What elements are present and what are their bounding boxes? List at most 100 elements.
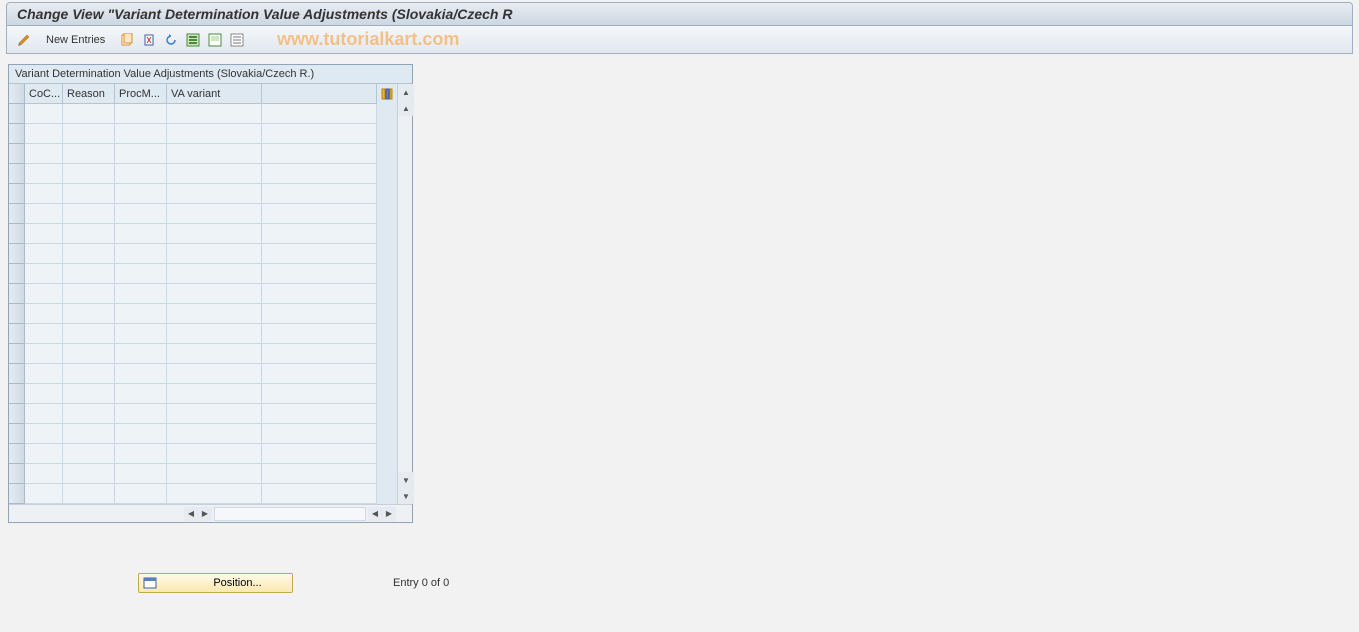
cell-va[interactable] bbox=[167, 424, 262, 444]
data-grid[interactable]: CoC...ReasonProcM...VA variant bbox=[9, 84, 397, 504]
cell-coc[interactable] bbox=[25, 384, 63, 404]
table-row[interactable] bbox=[9, 424, 397, 444]
cell-reason[interactable] bbox=[63, 284, 115, 304]
select-block-icon[interactable] bbox=[206, 31, 224, 49]
cell-reason[interactable] bbox=[63, 324, 115, 344]
cell-va[interactable] bbox=[167, 284, 262, 304]
cell-coc[interactable] bbox=[25, 144, 63, 164]
cell-va[interactable] bbox=[167, 444, 262, 464]
table-row[interactable] bbox=[9, 344, 397, 364]
cell-va[interactable] bbox=[167, 404, 262, 424]
table-row[interactable] bbox=[9, 464, 397, 484]
cell-reason[interactable] bbox=[63, 124, 115, 144]
cell-va[interactable] bbox=[167, 224, 262, 244]
cell-va[interactable] bbox=[167, 304, 262, 324]
cell-coc[interactable] bbox=[25, 204, 63, 224]
cell-reason[interactable] bbox=[63, 304, 115, 324]
cell-coc[interactable] bbox=[25, 244, 63, 264]
cell-reason[interactable] bbox=[63, 424, 115, 444]
cell-va[interactable] bbox=[167, 144, 262, 164]
cell-coc[interactable] bbox=[25, 284, 63, 304]
select-all-icon[interactable] bbox=[184, 31, 202, 49]
row-selector[interactable] bbox=[9, 284, 25, 304]
cell-va[interactable] bbox=[167, 264, 262, 284]
cell-va[interactable] bbox=[167, 164, 262, 184]
row-selector[interactable] bbox=[9, 464, 25, 484]
row-selector[interactable] bbox=[9, 484, 25, 504]
cell-va[interactable] bbox=[167, 124, 262, 144]
cell-reason[interactable] bbox=[63, 244, 115, 264]
cell-reason[interactable] bbox=[63, 264, 115, 284]
cell-coc[interactable] bbox=[25, 484, 63, 504]
cell-procm[interactable] bbox=[115, 124, 167, 144]
cell-procm[interactable] bbox=[115, 244, 167, 264]
cell-coc[interactable] bbox=[25, 224, 63, 244]
cell-procm[interactable] bbox=[115, 424, 167, 444]
row-selector[interactable] bbox=[9, 204, 25, 224]
table-row[interactable] bbox=[9, 444, 397, 464]
cell-va[interactable] bbox=[167, 324, 262, 344]
configure-columns-icon[interactable] bbox=[377, 84, 397, 104]
col-header-va[interactable]: VA variant bbox=[167, 84, 262, 104]
cell-reason[interactable] bbox=[63, 184, 115, 204]
cell-coc[interactable] bbox=[25, 184, 63, 204]
cell-reason[interactable] bbox=[63, 364, 115, 384]
cell-va[interactable] bbox=[167, 104, 262, 124]
cell-va[interactable] bbox=[167, 484, 262, 504]
table-row[interactable] bbox=[9, 484, 397, 504]
cell-va[interactable] bbox=[167, 364, 262, 384]
deselect-all-icon[interactable] bbox=[228, 31, 246, 49]
cell-reason[interactable] bbox=[63, 224, 115, 244]
row-selector[interactable] bbox=[9, 264, 25, 284]
row-selector[interactable] bbox=[9, 444, 25, 464]
cell-procm[interactable] bbox=[115, 464, 167, 484]
cell-procm[interactable] bbox=[115, 164, 167, 184]
cell-procm[interactable] bbox=[115, 324, 167, 344]
cell-procm[interactable] bbox=[115, 184, 167, 204]
cell-coc[interactable] bbox=[25, 424, 63, 444]
cell-procm[interactable] bbox=[115, 144, 167, 164]
row-selector[interactable] bbox=[9, 184, 25, 204]
row-selector[interactable] bbox=[9, 364, 25, 384]
table-row[interactable] bbox=[9, 124, 397, 144]
row-selector[interactable] bbox=[9, 384, 25, 404]
table-row[interactable] bbox=[9, 304, 397, 324]
table-row[interactable] bbox=[9, 144, 397, 164]
cell-coc[interactable] bbox=[25, 124, 63, 144]
cell-procm[interactable] bbox=[115, 364, 167, 384]
row-selector[interactable] bbox=[9, 104, 25, 124]
cell-reason[interactable] bbox=[63, 104, 115, 124]
row-selector[interactable] bbox=[9, 124, 25, 144]
delete-icon[interactable] bbox=[140, 31, 158, 49]
scroll-down-icon[interactable]: ▼ bbox=[398, 488, 414, 504]
cell-reason[interactable] bbox=[63, 444, 115, 464]
cell-coc[interactable] bbox=[25, 464, 63, 484]
cell-va[interactable] bbox=[167, 464, 262, 484]
cell-procm[interactable] bbox=[115, 104, 167, 124]
cell-coc[interactable] bbox=[25, 364, 63, 384]
horizontal-scrollbar[interactable]: ◀ ▶ ◀ ▶ bbox=[9, 504, 412, 522]
position-button[interactable]: Position... bbox=[138, 573, 293, 593]
table-row[interactable] bbox=[9, 164, 397, 184]
cell-reason[interactable] bbox=[63, 464, 115, 484]
col-header-procm[interactable]: ProcM... bbox=[115, 84, 167, 104]
cell-reason[interactable] bbox=[63, 404, 115, 424]
col-header-coc[interactable]: CoC... bbox=[25, 84, 63, 104]
scroll-track[interactable] bbox=[214, 507, 366, 521]
cell-procm[interactable] bbox=[115, 444, 167, 464]
cell-coc[interactable] bbox=[25, 404, 63, 424]
scroll-up-icon[interactable]: ▲ bbox=[398, 100, 414, 116]
table-row[interactable] bbox=[9, 224, 397, 244]
table-row[interactable] bbox=[9, 184, 397, 204]
cell-va[interactable] bbox=[167, 244, 262, 264]
table-row[interactable] bbox=[9, 324, 397, 344]
cell-reason[interactable] bbox=[63, 144, 115, 164]
row-selector[interactable] bbox=[9, 304, 25, 324]
select-all-cell[interactable] bbox=[9, 84, 25, 104]
cell-procm[interactable] bbox=[115, 204, 167, 224]
toggle-change-icon[interactable] bbox=[15, 31, 33, 49]
cell-coc[interactable] bbox=[25, 444, 63, 464]
cell-coc[interactable] bbox=[25, 264, 63, 284]
cell-procm[interactable] bbox=[115, 224, 167, 244]
table-row[interactable] bbox=[9, 284, 397, 304]
